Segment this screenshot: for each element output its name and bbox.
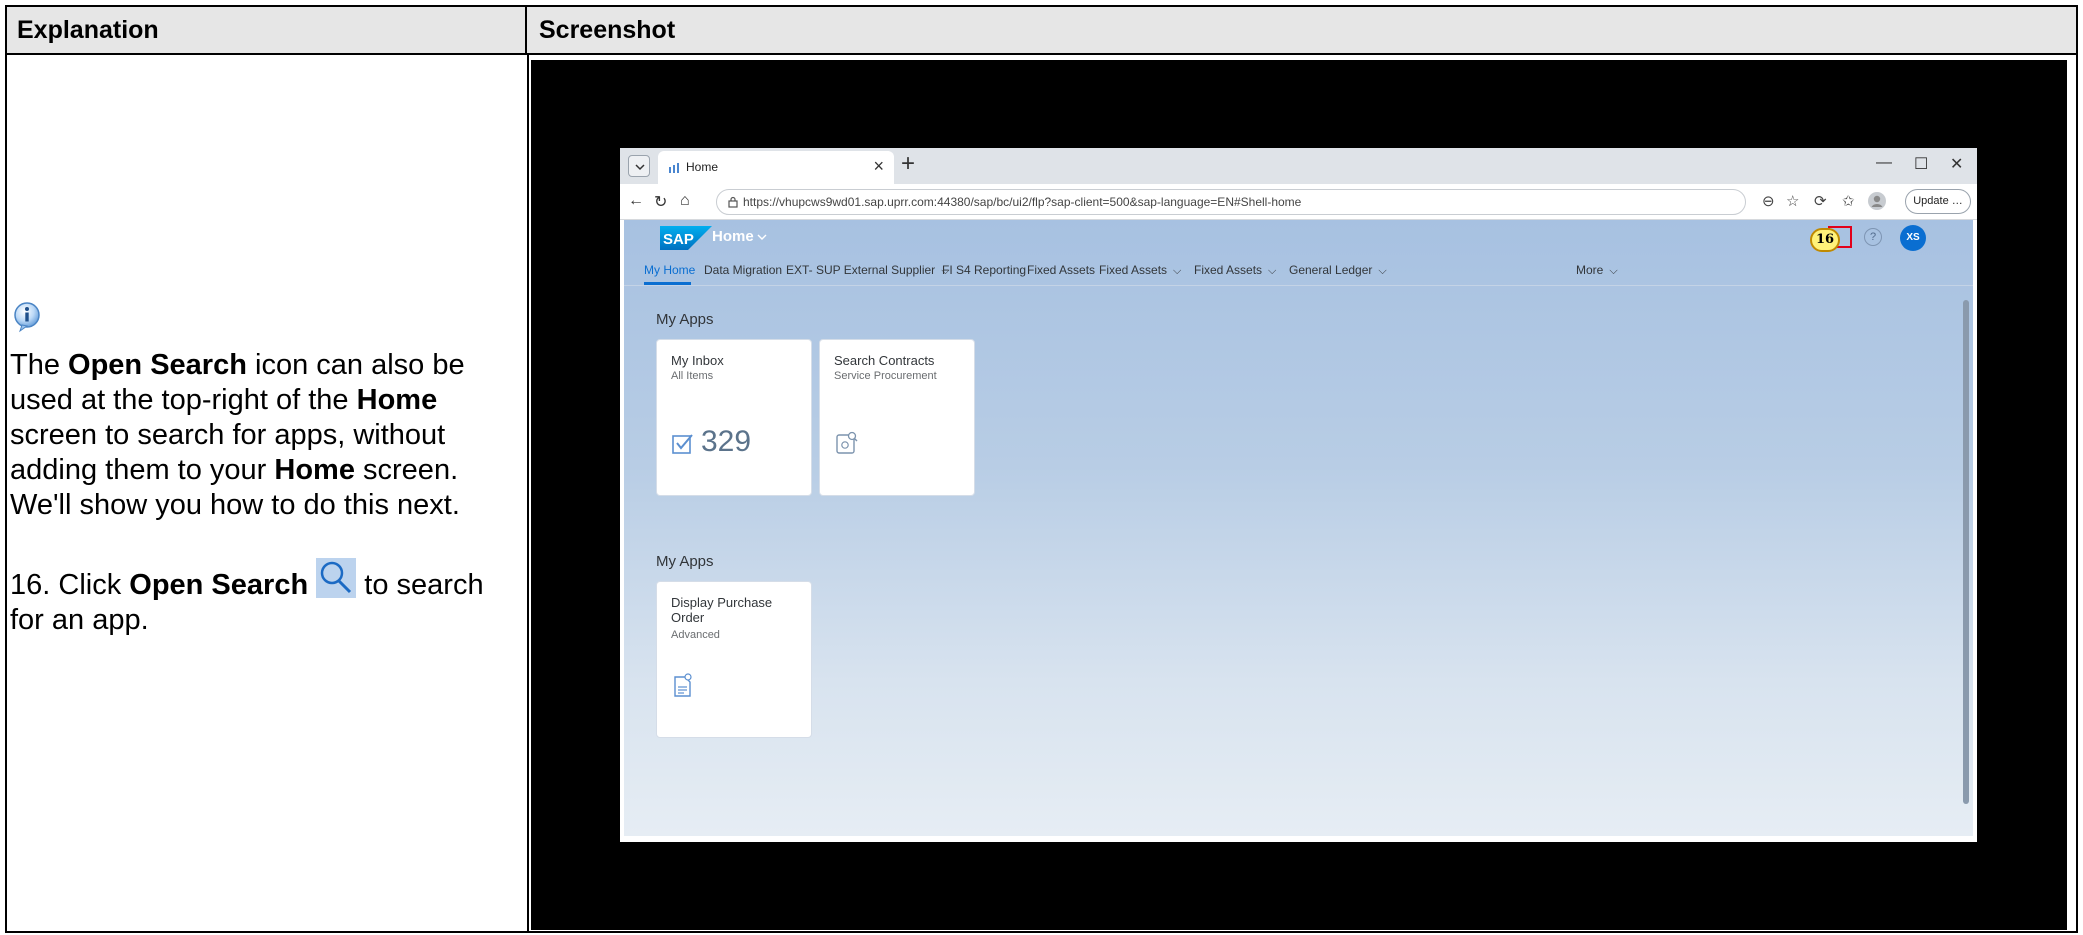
header-screenshot: Screenshot (539, 16, 676, 44)
url-field[interactable]: https://vhupcws9wd01.sap.uprr.com:44380/… (716, 189, 1746, 215)
chevron-down-icon (635, 164, 645, 171)
nav-fixed-assets-3[interactable]: Fixed Assets ⌵ (1194, 263, 1276, 278)
contract-search-icon (836, 431, 858, 454)
tile-title: Display Purchase Order (671, 595, 773, 625)
nav-label: EXT- SUP External Supplier (786, 263, 936, 277)
window-close-icon[interactable]: ✕ (1950, 154, 1963, 174)
help-icon[interactable]: ? (1864, 228, 1882, 246)
profile-icon[interactable] (1868, 192, 1886, 210)
tab-bar: Home × + — ☐ ✕ (620, 148, 1977, 184)
text-run: The (10, 349, 69, 381)
nav-fixed-assets-2[interactable]: Fixed Assets ⌵ (1099, 263, 1181, 278)
chevron-down-icon: ⌵ (1609, 265, 1618, 277)
tab-favicon-icon (669, 163, 679, 173)
address-bar-row: ← ↻ ⌂ https://vhupcws9wd01.sap.uprr.com:… (620, 184, 1977, 220)
lock-icon (728, 196, 738, 208)
nav-label: More (1576, 263, 1604, 277)
header-explanation: Explanation (7, 7, 527, 53)
table-header-row: Explanation Screenshot (7, 7, 2076, 55)
tile-subtitle: Advanced (671, 629, 720, 641)
tile-title: My Inbox (671, 353, 724, 368)
tab-title: Home (686, 160, 719, 174)
nav-fixed-assets-1[interactable]: Fixed Assets (1027, 263, 1095, 277)
inbox-check-icon (672, 434, 693, 454)
nav-data-migration[interactable]: Data Migration (704, 263, 782, 277)
chevron-down-icon: ⌵ (1378, 265, 1387, 277)
back-icon[interactable]: ← (628, 192, 644, 210)
refresh-icon[interactable]: ↻ (654, 192, 667, 212)
info-icon (14, 302, 40, 333)
purchase-order-icon (674, 673, 692, 697)
scrollbar-thumb[interactable] (1963, 300, 1969, 804)
reader-icon[interactable]: ⊖ (1762, 192, 1775, 210)
home-bold: Home (274, 454, 355, 486)
maximize-icon[interactable]: ☐ (1914, 154, 1928, 174)
browser-tab-home[interactable]: Home × (658, 151, 894, 184)
nav-more[interactable]: More ⌵ (1576, 263, 1618, 278)
section-title: My Apps (656, 311, 714, 328)
nav-fi-s4-reporting[interactable]: FI S4 Reporting (942, 263, 1026, 277)
minimize-icon[interactable]: — (1876, 154, 1892, 172)
nav-label: General Ledger (1289, 263, 1373, 277)
step-prefix: 16. Click (10, 569, 130, 601)
url-text: https://vhupcws9wd01.sap.uprr.com:44380/… (743, 195, 1302, 209)
step-instruction: 16. Click Open Search to search for an a… (10, 558, 520, 638)
step-open-search-bold: Open Search (129, 569, 309, 601)
sap-logo[interactable]: SAP (660, 226, 712, 250)
shell-header: SAP Home 16 ? XS (624, 220, 1973, 255)
search-icon (316, 558, 357, 598)
tab-close-icon[interactable]: × (873, 156, 884, 177)
user-avatar[interactable]: XS (1900, 225, 1926, 251)
shell-title[interactable]: Home (712, 228, 754, 245)
explanation-paragraph: The Open Search icon can also be used at… (10, 348, 520, 523)
tile-search-contracts[interactable]: Search Contracts Service Procurement (819, 339, 975, 496)
chevron-down-icon: ⌵ (1268, 265, 1277, 277)
tile-kpi-value: 329 (701, 425, 752, 458)
tile-my-inbox[interactable]: My Inbox All Items 329 (656, 339, 812, 496)
column-divider (527, 55, 529, 933)
svg-text:SAP: SAP (663, 231, 694, 248)
nav-ext-sup[interactable]: EXT- SUP External Supplier ⌵ (786, 263, 950, 278)
nav-label: Fixed Assets (1099, 263, 1168, 277)
shell-nav-bar: My Home Data Migration EXT- SUP External… (624, 258, 1973, 286)
favorites-list-icon[interactable]: ✩ (1842, 192, 1855, 210)
browser-window: Home × + — ☐ ✕ ← ↻ ⌂ https://vhupcws9wd0… (620, 148, 1977, 842)
home-icon[interactable]: ⌂ (680, 192, 690, 210)
favorite-star-icon[interactable]: ☆ (1786, 192, 1799, 210)
nav-general-ledger[interactable]: General Ledger ⌵ (1289, 263, 1387, 278)
sap-shell: SAP Home 16 ? XS My Home Data Migration … (624, 220, 1973, 836)
step-badge: 16 (1810, 228, 1840, 252)
tile-subtitle: All Items (671, 370, 714, 382)
tab-list-button[interactable] (628, 155, 650, 177)
home-bold: Home (356, 384, 438, 416)
update-button[interactable]: Update … (1905, 189, 1971, 214)
extensions-icon[interactable]: ⟳ (1814, 192, 1827, 210)
open-search-bold: Open Search (68, 349, 247, 381)
nav-label: Fixed Assets (1194, 263, 1263, 277)
nav-my-home[interactable]: My Home (644, 263, 695, 277)
tile-subtitle: Service Procurement (834, 370, 937, 382)
section-title: My Apps (656, 553, 714, 570)
new-tab-icon[interactable]: + (901, 150, 915, 178)
chevron-down-icon: ⌵ (1173, 265, 1182, 277)
explanation-text: The Open Search icon can also be used at… (10, 300, 520, 638)
chevron-down-icon[interactable] (756, 232, 768, 242)
tile-display-purchase-order[interactable]: Display Purchase Order Advanced (656, 581, 812, 738)
nav-active-indicator (644, 282, 691, 285)
tile-title: Search Contracts (834, 353, 935, 368)
